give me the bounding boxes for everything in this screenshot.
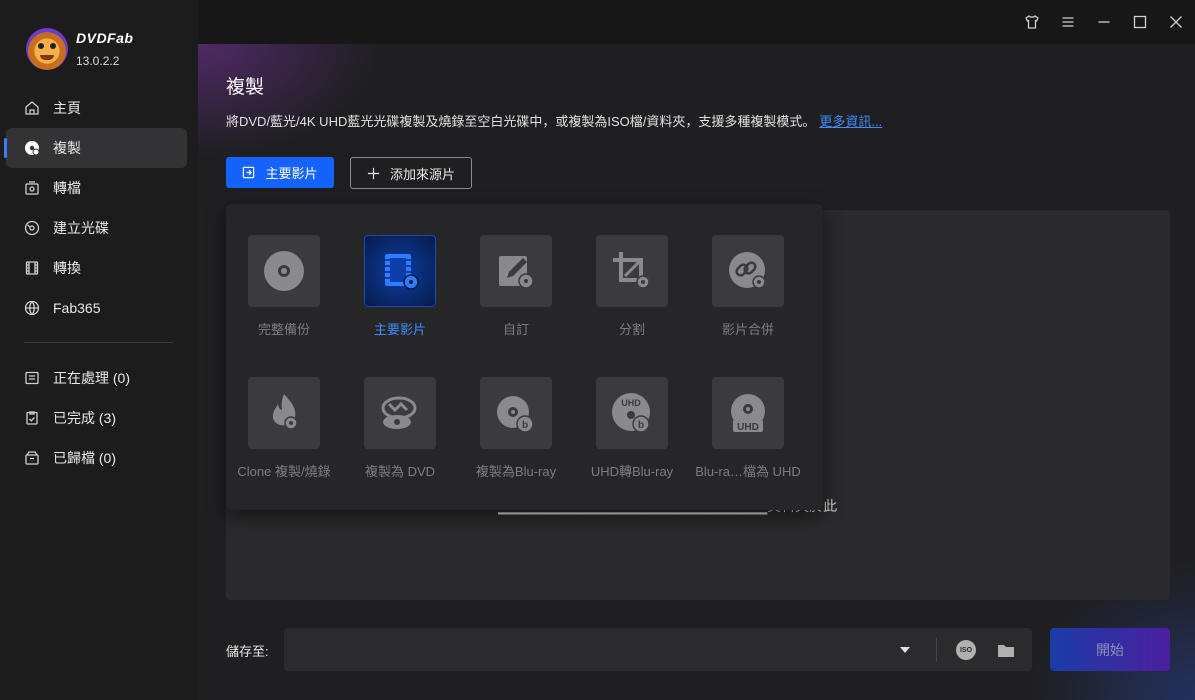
more-info-link[interactable]: 更多資訊... [819,114,882,129]
mode-label: 複製為Blu-ray [475,464,557,479]
sidebar: DVDFab 13.0.2.2 主頁 複製 轉檔 建立光碟 轉換 Fab365 … [0,0,198,700]
plus-icon [367,167,380,179]
title-bar [198,0,1195,44]
disc-copy-icon [24,140,40,156]
nav-item-ripper[interactable]: 轉檔 [6,168,187,208]
svg-text:b: b [638,420,644,431]
nav-label: 已完成 (3) [53,410,116,426]
processing-icon [24,370,40,386]
nav-label: 轉檔 [53,180,81,196]
split-icon [596,235,668,307]
nav-label: 主頁 [53,100,81,116]
mode-uhd-to-bluray[interactable]: UHD b UHD轉Blu-ray [574,377,690,480]
mode-bluray-to-uhd[interactable]: UHD Blu-ra…檔為 UHD [690,377,806,480]
mode-label: 自訂 [502,322,529,337]
nav-item-archived[interactable]: 已歸檔 (0) [6,438,187,478]
skin-icon[interactable] [1023,13,1041,31]
nav-item-fab365[interactable]: Fab365 [6,288,187,328]
page-title: 複製 [226,77,265,98]
copy-to-bluray-icon: b [480,377,552,449]
main-movie-icon [364,235,436,307]
footer-separator [936,638,937,662]
main-movie-mode-button[interactable]: 主要影片 [226,157,334,188]
mode-label: 複製為 DVD [364,464,436,479]
start-button[interactable]: 開始 [1050,628,1170,671]
app-version: 13.0.2.2 [76,54,120,68]
mode-split[interactable]: 分割 [574,235,690,338]
mode-label: 主要影片 [373,322,426,337]
svg-text:UHD: UHD [737,422,759,433]
menu-icon[interactable] [1059,13,1077,31]
page-description: 將DVD/藍光/4K UHD藍光光碟複製及燒錄至空白光碟中，或複製為ISO檔/資… [226,111,882,130]
mode-label: 影片合併 [721,322,774,337]
mode-label: UHD轉Blu-ray [590,464,674,479]
nav-label: Fab365 [53,300,101,316]
uhd-to-bluray-icon: UHD b [596,377,668,449]
svg-text:b: b [522,420,528,431]
bluray-to-uhd-icon: UHD [712,377,784,449]
convert-icon [24,180,40,196]
mode-main-movie[interactable]: 主要影片 [342,235,458,338]
nav-item-completed[interactable]: 已完成 (3) [6,398,187,438]
archive-icon [24,450,40,466]
mode-label: Clone 複製/燒錄 [237,464,331,479]
bluray-to-dvd-icon [364,377,436,449]
add-source-button-label: 添加來源片 [389,166,455,182]
mode-label: 分割 [618,322,645,337]
close-icon[interactable] [1167,13,1185,31]
full-disc-icon [248,235,320,307]
description-text: 將DVD/藍光/4K UHD藍光光碟複製及燒錄至空白光碟中，或複製為ISO檔/資… [226,114,816,129]
home-icon [24,100,40,116]
sidebar-divider [24,342,173,343]
create-disc-icon [24,220,40,236]
nav-label: 轉換 [53,260,81,276]
nav-label: 正在處理 (0) [53,370,130,386]
dvdfab-logo [26,28,68,70]
nav-label: 已歸檔 (0) [53,450,116,466]
mode-customize[interactable]: 自訂 [458,235,574,338]
save-path-dropdown[interactable] [898,643,912,657]
nav-label: 複製 [53,140,81,156]
queue-nav: 正在處理 (0) 已完成 (3) 已歸檔 (0) [6,358,187,478]
mode-label: Blu-ra…檔為 UHD [695,464,801,479]
folder-icon[interactable] [996,640,1016,660]
fab365-icon [24,300,40,316]
maximize-icon[interactable] [1131,13,1149,31]
mode-copy-to-dvd[interactable]: 複製為 DVD [342,377,458,480]
nav-item-processing[interactable]: 正在處理 (0) [6,358,187,398]
merge-icon [712,235,784,307]
chevron-down-icon [900,647,910,653]
minimize-icon[interactable] [1095,13,1113,31]
main-movie-button-label: 主要影片 [265,166,318,181]
nav-item-converter[interactable]: 轉換 [6,248,187,288]
save-to-label: 儲存至: [226,644,269,659]
nav-label: 建立光碟 [53,220,109,236]
mode-label: 完整備份 [257,322,310,337]
save-path-field[interactable] [284,628,1032,671]
svg-text:UHD: UHD [621,398,641,408]
mode-clone-burn[interactable]: Clone 複製/燒錄 [226,377,342,480]
customize-icon [480,235,552,307]
iso-output-button[interactable]: ISO [956,640,976,660]
clone-burn-icon [248,377,320,449]
brand-name: DVDFab [76,30,134,46]
main-area: 複製 將DVD/藍光/4K UHD藍光光碟複製及燒錄至空白光碟中，或複製為ISO… [198,0,1195,700]
nav-item-creator[interactable]: 建立光碟 [6,208,187,248]
main-nav: 主頁 複製 轉檔 建立光碟 轉換 Fab365 [4,88,187,328]
film-icon [24,260,40,276]
nav-item-copy[interactable]: 複製 [4,128,187,168]
mode-copy-to-bluray[interactable]: b 複製為Blu-ray [458,377,574,480]
copy-mode-panel: 完整備份 主要影片 自訂 分割 影片合併 Clone 複製/燒錄 複製為 DVD… [226,204,823,510]
add-source-button[interactable]: 添加來源片 [350,157,472,189]
completed-icon [24,410,40,426]
nav-item-home[interactable]: 主頁 [6,88,187,128]
mode-full-disc[interactable]: 完整備份 [226,235,342,338]
mode-merge[interactable]: 影片合併 [690,235,806,338]
mode-switch-icon [243,166,255,179]
